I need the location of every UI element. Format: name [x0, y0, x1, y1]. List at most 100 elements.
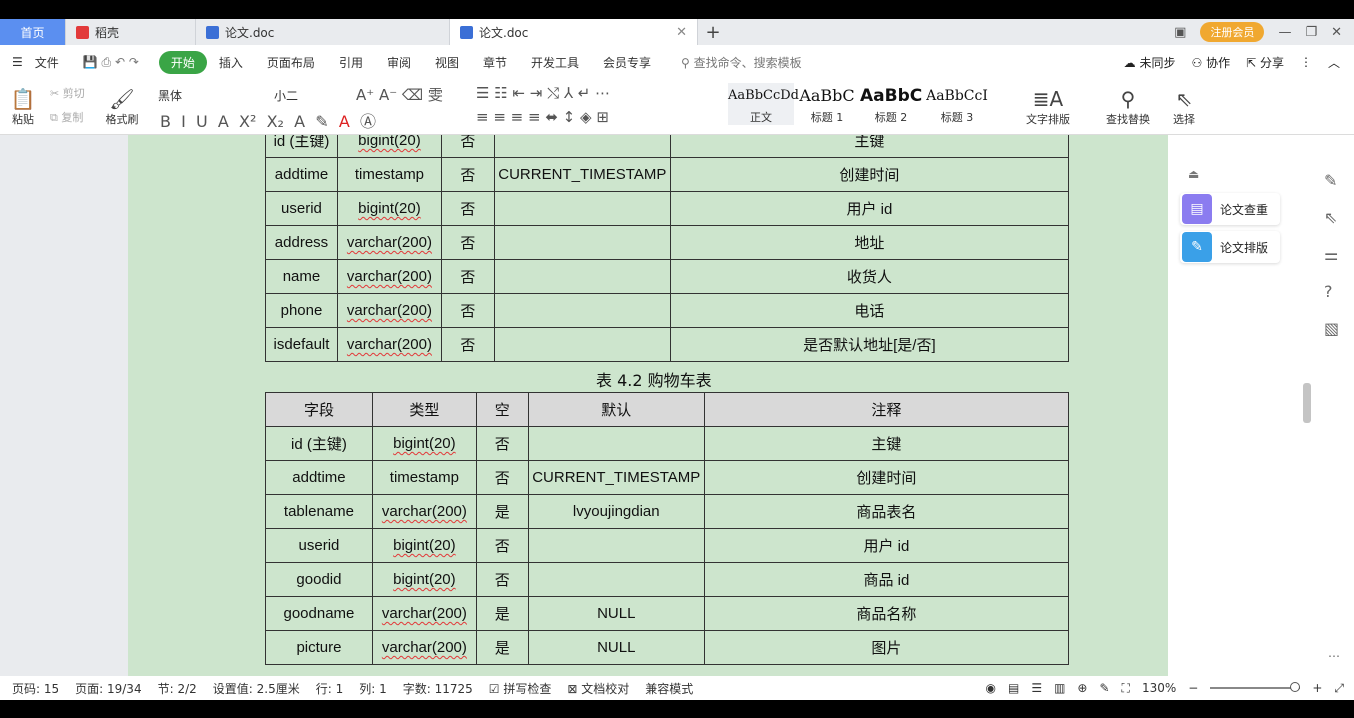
table-cell[interactable]: goodname	[265, 596, 373, 631]
menu-file[interactable]: 文件	[35, 54, 71, 71]
table-cell[interactable]	[493, 225, 671, 260]
table-cell[interactable]: timestamp	[371, 460, 477, 495]
table-cell[interactable]: 电话	[669, 293, 1070, 328]
table-cell[interactable]: varchar(200)	[336, 259, 442, 294]
table-cell[interactable]: addtime	[265, 157, 338, 192]
table-cell[interactable]	[527, 562, 705, 597]
quick-tools[interactable]: 💾 ⎙ ↶ ↷	[71, 55, 151, 70]
menu-start[interactable]: 开始	[158, 50, 207, 74]
table-cell[interactable]: 否	[475, 562, 529, 597]
table-cell[interactable]: 否	[440, 259, 495, 294]
table-cell[interactable]: isdefault	[265, 327, 338, 362]
table-cell[interactable]: 商品 id	[703, 562, 1070, 597]
table-cell[interactable]: lvyoujingdian	[527, 494, 705, 529]
table-cell[interactable]: varchar(200)	[336, 225, 442, 260]
style-heading2[interactable]: AaBbC 标题 2	[860, 83, 922, 125]
eye-icon[interactable]: ◉	[985, 681, 995, 695]
table-cell[interactable]: varchar(200)	[371, 596, 477, 631]
format-painter-button[interactable]: 🖌 格式刷	[102, 83, 142, 127]
table-cell[interactable]	[493, 191, 671, 226]
paste-button[interactable]: 📋 粘贴	[6, 83, 40, 127]
table-cell[interactable]: 是	[475, 630, 529, 665]
table-cell[interactable]: varchar(200)	[336, 327, 442, 362]
table-cell[interactable]: 主键	[669, 135, 1070, 158]
paper-layout-button[interactable]: ✎ 论文排版	[1180, 231, 1281, 263]
table-cell[interactable]: 是	[475, 494, 529, 529]
table-cell[interactable]: CURRENT_TIMESTAMP	[527, 460, 705, 495]
table-cell[interactable]: varchar(200)	[336, 293, 442, 328]
image-icon[interactable]: ▧	[1324, 319, 1339, 338]
share-button[interactable]: ⇱ 分享	[1246, 54, 1284, 71]
find-replace-button[interactable]: ⚲ 查找替换	[1098, 83, 1158, 127]
page-view-icon[interactable]: ▤	[1008, 681, 1019, 695]
table-cell[interactable]: picture	[265, 630, 373, 665]
table-cell[interactable]	[493, 293, 671, 328]
table-cell[interactable]: bigint(20)	[371, 528, 477, 563]
table-cell[interactable]: 是否默认地址[是/否]	[669, 327, 1070, 362]
status-col[interactable]: 列: 1	[351, 680, 395, 697]
table-cell[interactable]: 用户 id	[669, 191, 1070, 226]
table-cell[interactable]: 否	[440, 327, 495, 362]
table-cell[interactable]: addtime	[265, 460, 373, 495]
table-cell[interactable]	[493, 327, 671, 362]
close-icon[interactable]: ✕	[676, 25, 687, 40]
font-name-select[interactable]: 黑体	[158, 87, 266, 104]
status-words[interactable]: 字数: 11725	[395, 680, 481, 697]
document-page[interactable]: id (主键) bigint(20) 否主键 addtime timestamp 否 CUR…	[265, 135, 1070, 676]
table-cell[interactable]	[527, 528, 705, 563]
tab-docer[interactable]: 稻壳	[66, 19, 196, 45]
table-cell[interactable]: phone	[265, 293, 338, 328]
help-icon[interactable]: ?	[1324, 282, 1339, 301]
menu-page-layout[interactable]: 页面布局	[255, 54, 327, 71]
table-cell[interactable]: varchar(200)	[371, 630, 477, 665]
vertical-scrollbar[interactable]	[1302, 143, 1312, 673]
table-cell[interactable]: 否	[475, 528, 529, 563]
table-cell[interactable]: userid	[265, 528, 373, 563]
table-cell[interactable]: 否	[440, 135, 495, 158]
read-view-icon[interactable]: ▥	[1054, 681, 1065, 695]
menu-review[interactable]: 审阅	[375, 54, 423, 71]
style-heading3[interactable]: AaBbCcI 标题 3	[924, 83, 990, 125]
font-grow-icons[interactable]: A⁺ A⁻ ⌫ 雯	[356, 84, 443, 105]
tab-home[interactable]: 首页	[0, 19, 66, 45]
table-cell[interactable]: name	[265, 259, 338, 294]
align-icons[interactable]: ≡ ≡ ≡ ≡ ⬌ ↕ ◈ ⊞	[476, 108, 609, 126]
sync-button[interactable]: ☁ 未同步	[1124, 54, 1176, 71]
new-tab-button[interactable]: +	[698, 19, 728, 45]
table-cell[interactable]: id (主键)	[265, 426, 373, 461]
menu-insert[interactable]: 插入	[207, 54, 255, 71]
doc-check-button[interactable]: ⊠ 文档校对	[559, 680, 637, 697]
cursor-icon[interactable]: ⇖	[1324, 208, 1339, 227]
table-cell[interactable]: tablename	[265, 494, 373, 529]
status-page-num[interactable]: 页码: 15	[4, 680, 67, 697]
collab-button[interactable]: ⚇ 协作	[1192, 54, 1231, 71]
restore-icon[interactable]: ❐	[1305, 25, 1317, 40]
table-cell[interactable]: 否	[440, 157, 495, 192]
pen-icon[interactable]: ✎	[1099, 681, 1109, 695]
menu-member[interactable]: 会员专享	[591, 54, 663, 71]
table-cell[interactable]: CURRENT_TIMESTAMP	[493, 157, 671, 192]
font-format-icons[interactable]: B I U A X² X₂ A ✎ A Ⓐ	[160, 108, 376, 132]
fullscreen-icon[interactable]: ⤢	[1334, 681, 1344, 696]
collapse-ribbon-icon[interactable]: ︿	[1328, 54, 1340, 71]
table-cell[interactable]: 是	[475, 596, 529, 631]
web-view-icon[interactable]: ⊕	[1077, 681, 1087, 695]
table-cell[interactable]: bigint(20)	[371, 426, 477, 461]
menu-chapter[interactable]: 章节	[471, 54, 519, 71]
cut-button[interactable]: ✂ 剪切	[50, 85, 85, 101]
zoom-out-icon[interactable]: −	[1188, 681, 1198, 695]
zoom-slider-knob[interactable]	[1290, 682, 1301, 692]
table-cell[interactable]: timestamp	[336, 157, 442, 192]
table-cell[interactable]: 否	[440, 225, 495, 260]
select-button[interactable]: ⇖ 选择	[1166, 83, 1202, 127]
font-color-icon[interactable]: A	[339, 112, 350, 131]
sliders-icon[interactable]: ⚌	[1324, 245, 1339, 264]
zoom-level[interactable]: 130%	[1142, 681, 1176, 695]
table-cell[interactable]: id (主键)	[265, 135, 338, 158]
table-cell[interactable]: 地址	[669, 225, 1070, 260]
more-options-icon[interactable]: ⋯	[1328, 649, 1340, 663]
collapse-panel-icon[interactable]: ⏏	[1188, 167, 1199, 181]
table-cell[interactable]: bigint(20)	[371, 562, 477, 597]
table-cell[interactable]	[527, 426, 705, 461]
menu-reference[interactable]: 引用	[327, 54, 375, 71]
